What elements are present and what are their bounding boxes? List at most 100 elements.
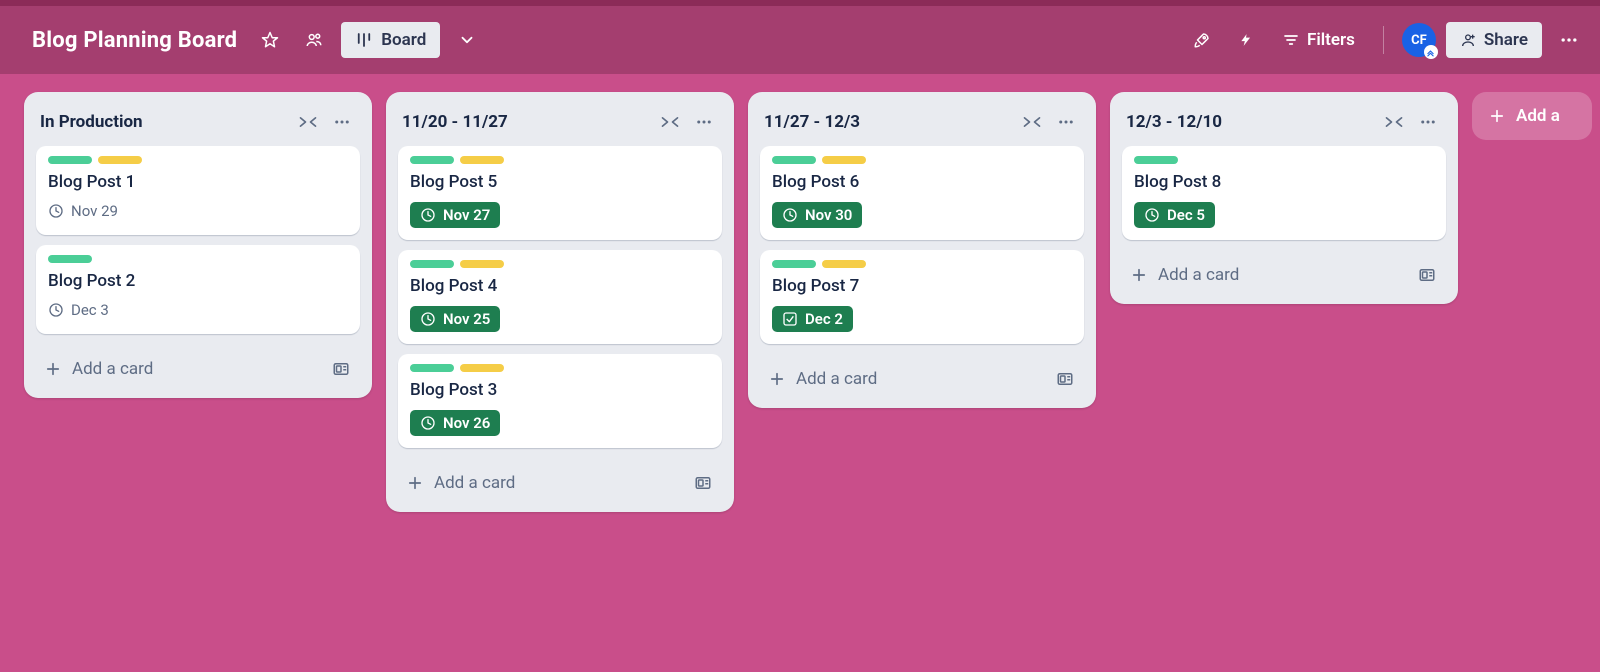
list-menu-button[interactable] (690, 108, 718, 136)
collapse-list-icon[interactable] (294, 108, 322, 136)
due-date-badge[interactable]: Dec 5 (1134, 202, 1215, 228)
add-card-button[interactable]: Add a card (764, 365, 1040, 393)
card-labels (772, 156, 1072, 164)
card-label-green[interactable] (410, 364, 454, 372)
add-list-label: Add a (1516, 106, 1560, 126)
list-header: 11/20 - 11/27 (394, 102, 726, 146)
card-label-green[interactable] (772, 156, 816, 164)
card-labels (1134, 156, 1434, 164)
list-footer: Add a card (756, 354, 1088, 400)
user-avatar[interactable]: CF (1402, 23, 1436, 57)
add-card-label: Add a card (796, 369, 877, 389)
card-label-yellow[interactable] (822, 156, 866, 164)
card[interactable]: Blog Post 4 Nov 25 (398, 250, 722, 344)
card[interactable]: Blog Post 7 Dec 2 (760, 250, 1084, 344)
card-title: Blog Post 3 (410, 380, 710, 400)
card-title: Blog Post 7 (772, 276, 1072, 296)
list-title[interactable]: 11/20 - 11/27 (402, 112, 650, 132)
collapse-list-icon[interactable] (1380, 108, 1408, 136)
card[interactable]: Blog Post 2 Dec 3 (36, 245, 360, 334)
clock-icon (420, 207, 436, 223)
due-date-text: Dec 5 (1167, 206, 1205, 224)
star-icon[interactable] (253, 23, 287, 57)
due-date-text: Nov 25 (443, 310, 490, 328)
board-title[interactable]: Blog Planning Board (32, 28, 237, 53)
card[interactable]: Blog Post 8 Dec 5 (1122, 146, 1446, 240)
card-labels (410, 156, 710, 164)
card-label-green[interactable] (1134, 156, 1178, 164)
view-switcher-button[interactable]: Board (341, 22, 440, 58)
card-label-yellow[interactable] (460, 156, 504, 164)
card[interactable]: Blog Post 5 Nov 27 (398, 146, 722, 240)
plus-icon (1130, 266, 1148, 284)
checkbox-icon (782, 311, 798, 327)
filter-icon (1283, 32, 1299, 48)
card-label-yellow[interactable] (98, 156, 142, 164)
due-date-text: Dec 3 (71, 301, 109, 319)
card-template-button[interactable] (1050, 364, 1080, 394)
card-label-yellow[interactable] (460, 364, 504, 372)
clock-icon (48, 203, 64, 219)
plus-icon (768, 370, 786, 388)
card[interactable]: Blog Post 1 Nov 29 (36, 146, 360, 235)
automation-icon[interactable] (1229, 23, 1263, 57)
add-list-button[interactable]: Add a (1472, 92, 1592, 140)
card-label-yellow[interactable] (822, 260, 866, 268)
filters-button[interactable]: Filters (1273, 24, 1365, 56)
card-title: Blog Post 1 (48, 172, 348, 192)
due-date-badge[interactable]: Dec 3 (48, 301, 109, 319)
card-template-button[interactable] (688, 468, 718, 498)
clock-icon (420, 415, 436, 431)
due-date-badge[interactable]: Nov 27 (410, 202, 500, 228)
plus-icon (1488, 107, 1506, 125)
card-title: Blog Post 6 (772, 172, 1072, 192)
due-date-text: Nov 27 (443, 206, 490, 224)
list-title[interactable]: 12/3 - 12/10 (1126, 112, 1374, 132)
due-date-badge[interactable]: Nov 26 (410, 410, 500, 436)
due-date-text: Nov 29 (71, 202, 118, 220)
add-card-button[interactable]: Add a card (402, 469, 678, 497)
due-date-badge[interactable]: Dec 2 (772, 306, 853, 332)
list-footer: Add a card (1118, 250, 1450, 296)
card-label-green[interactable] (410, 156, 454, 164)
workspace-visibility-icon[interactable] (297, 23, 331, 57)
add-card-label: Add a card (1158, 265, 1239, 285)
list-menu-button[interactable] (328, 108, 356, 136)
board-menu-button[interactable] (1552, 23, 1586, 57)
list: In Production Blog Post 1 Nov 29 Blog Po… (24, 92, 372, 398)
list-title[interactable]: 11/27 - 12/3 (764, 112, 1012, 132)
due-date-badge[interactable]: Nov 30 (772, 202, 862, 228)
due-date-badge[interactable]: Nov 29 (48, 202, 118, 220)
card-label-green[interactable] (772, 260, 816, 268)
card-template-button[interactable] (326, 354, 356, 384)
card-labels (410, 364, 710, 372)
share-button[interactable]: Share (1446, 22, 1542, 58)
collapse-list-icon[interactable] (656, 108, 684, 136)
card-label-green[interactable] (48, 156, 92, 164)
header-separator (1383, 26, 1384, 54)
share-label: Share (1484, 30, 1528, 50)
card[interactable]: Blog Post 3 Nov 26 (398, 354, 722, 448)
list-menu-button[interactable] (1052, 108, 1080, 136)
list: 11/20 - 11/27 Blog Post 5 Nov 27 Blog Po… (386, 92, 734, 512)
list: 11/27 - 12/3 Blog Post 6 Nov 30 Blog Pos… (748, 92, 1096, 408)
due-date-text: Nov 30 (805, 206, 852, 224)
card-label-green[interactable] (48, 255, 92, 263)
list-title[interactable]: In Production (40, 112, 288, 132)
board-canvas: In Production Blog Post 1 Nov 29 Blog Po… (0, 74, 1600, 672)
collapse-list-icon[interactable] (1018, 108, 1046, 136)
card-label-yellow[interactable] (460, 260, 504, 268)
card-labels (48, 156, 348, 164)
card-template-button[interactable] (1412, 260, 1442, 290)
card-labels (48, 255, 348, 263)
card[interactable]: Blog Post 6 Nov 30 (760, 146, 1084, 240)
card-label-green[interactable] (410, 260, 454, 268)
view-switcher-chevron[interactable] (450, 23, 484, 57)
add-card-button[interactable]: Add a card (1126, 261, 1402, 289)
list-menu-button[interactable] (1414, 108, 1442, 136)
add-card-button[interactable]: Add a card (40, 355, 316, 383)
share-icon (1460, 32, 1476, 48)
list-header: 11/27 - 12/3 (756, 102, 1088, 146)
rocket-icon[interactable] (1185, 23, 1219, 57)
due-date-badge[interactable]: Nov 25 (410, 306, 500, 332)
